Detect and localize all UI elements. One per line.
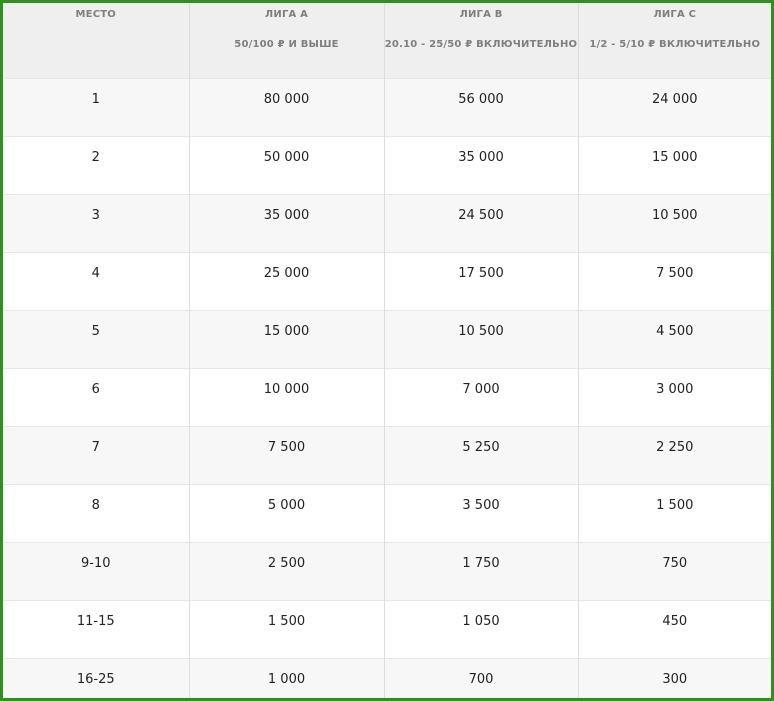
league-b-prize-cell: 700 [383, 657, 579, 698]
league-b-prize-cell: 3 500 [383, 483, 579, 542]
column-header-place: МЕСТО [3, 3, 190, 78]
prize-table-frame: МЕСТО ЛИГА А 50/100 ₽ И ВЫШЕ ЛИГА В 20.1… [0, 0, 774, 701]
league-c-prize-cell: 2 250 [577, 425, 771, 484]
place-cell: 16-25 [3, 657, 190, 698]
place-cell: 9-10 [3, 541, 190, 600]
league-a-prize-cell: 1 000 [188, 657, 385, 698]
league-b-prize-cell: 1 050 [383, 599, 579, 658]
league-a-prize-cell: 35 000 [188, 193, 385, 252]
league-a-prize-cell: 25 000 [188, 251, 385, 310]
table-body: 1 80 000 56 000 24 000 2 50 000 35 000 15 000 3 3… [3, 77, 771, 698]
league-c-prize-cell: 300 [577, 657, 771, 698]
league-a-prize-cell: 50 000 [188, 135, 385, 194]
league-b-prize-cell: 17 500 [383, 251, 579, 310]
league-c-prize-cell: 7 500 [577, 251, 771, 310]
place-cell: 3 [3, 193, 190, 252]
league-b-prize-cell: 10 500 [383, 309, 579, 368]
league-c-prize-cell: 3 000 [577, 367, 771, 426]
table-row: 11-15 1 500 1 050 450 [3, 599, 771, 658]
league-a-prize-cell: 7 500 [188, 425, 385, 484]
league-b-prize-cell: 5 250 [383, 425, 579, 484]
league-b-prize-cell: 24 500 [383, 193, 579, 252]
league-c-prize-cell: 10 500 [577, 193, 771, 252]
league-b-prize-cell: 1 750 [383, 541, 579, 600]
league-a-prize-cell: 10 000 [188, 367, 385, 426]
league-c-prize-cell: 24 000 [577, 77, 771, 136]
league-a-prize-cell: 1 500 [188, 599, 385, 658]
column-subtitle: 50/100 ₽ И ВЫШЕ [234, 39, 339, 50]
table-header: МЕСТО ЛИГА А 50/100 ₽ И ВЫШЕ ЛИГА В 20.1… [3, 3, 771, 78]
league-c-prize-cell: 1 500 [577, 483, 771, 542]
place-cell: 2 [3, 135, 190, 194]
table-row: 16-25 1 000 700 300 [3, 657, 771, 698]
league-b-prize-cell: 7 000 [383, 367, 579, 426]
column-header-league-a: ЛИГА А 50/100 ₽ И ВЫШЕ [188, 3, 385, 78]
table-row: 6 10 000 7 000 3 000 [3, 367, 771, 426]
place-cell: 5 [3, 309, 190, 368]
table-row: 4 25 000 17 500 7 500 [3, 251, 771, 310]
column-title: ЛИГА А [264, 9, 309, 20]
league-b-prize-cell: 56 000 [383, 77, 579, 136]
prize-table: МЕСТО ЛИГА А 50/100 ₽ И ВЫШЕ ЛИГА В 20.1… [3, 3, 771, 698]
league-c-prize-cell: 15 000 [577, 135, 771, 194]
table-row: 1 80 000 56 000 24 000 [3, 77, 771, 136]
place-cell: 1 [3, 77, 190, 136]
column-title: МЕСТО [75, 9, 116, 20]
table-row: 9-10 2 500 1 750 750 [3, 541, 771, 600]
league-a-prize-cell: 80 000 [188, 77, 385, 136]
place-cell: 7 [3, 425, 190, 484]
place-cell: 11-15 [3, 599, 190, 658]
header-row: МЕСТО ЛИГА А 50/100 ₽ И ВЫШЕ ЛИГА В 20.1… [3, 3, 771, 78]
league-a-prize-cell: 15 000 [188, 309, 385, 368]
column-subtitle: 1/2 - 5/10 ₽ ВКЛЮЧИТЕЛЬНО [589, 39, 761, 50]
league-a-prize-cell: 2 500 [188, 541, 385, 600]
table-row: 3 35 000 24 500 10 500 [3, 193, 771, 252]
league-a-prize-cell: 5 000 [188, 483, 385, 542]
league-c-prize-cell: 4 500 [577, 309, 771, 368]
place-cell: 8 [3, 483, 190, 542]
league-c-prize-cell: 750 [577, 541, 771, 600]
place-cell: 6 [3, 367, 190, 426]
column-header-league-b: ЛИГА В 20.10 - 25/50 ₽ ВКЛЮЧИТЕЛЬНО [383, 3, 579, 78]
table-row: 77 500 5 250 2 250 [3, 425, 771, 484]
league-b-prize-cell: 35 000 [383, 135, 579, 194]
league-c-prize-cell: 450 [577, 599, 771, 658]
table-row: 5 15 000 10 500 4 500 [3, 309, 771, 368]
column-title: ЛИГА С [653, 9, 697, 20]
table-row: 85 000 3 500 1 500 [3, 483, 771, 542]
column-header-league-c: ЛИГА С 1/2 - 5/10 ₽ ВКЛЮЧИТЕЛЬНО [577, 3, 771, 78]
place-cell: 4 [3, 251, 190, 310]
column-title: ЛИГА В [459, 9, 503, 20]
column-subtitle: 20.10 - 25/50 ₽ ВКЛЮЧИТЕЛЬНО [384, 39, 578, 50]
table-row: 2 50 000 35 000 15 000 [3, 135, 771, 194]
